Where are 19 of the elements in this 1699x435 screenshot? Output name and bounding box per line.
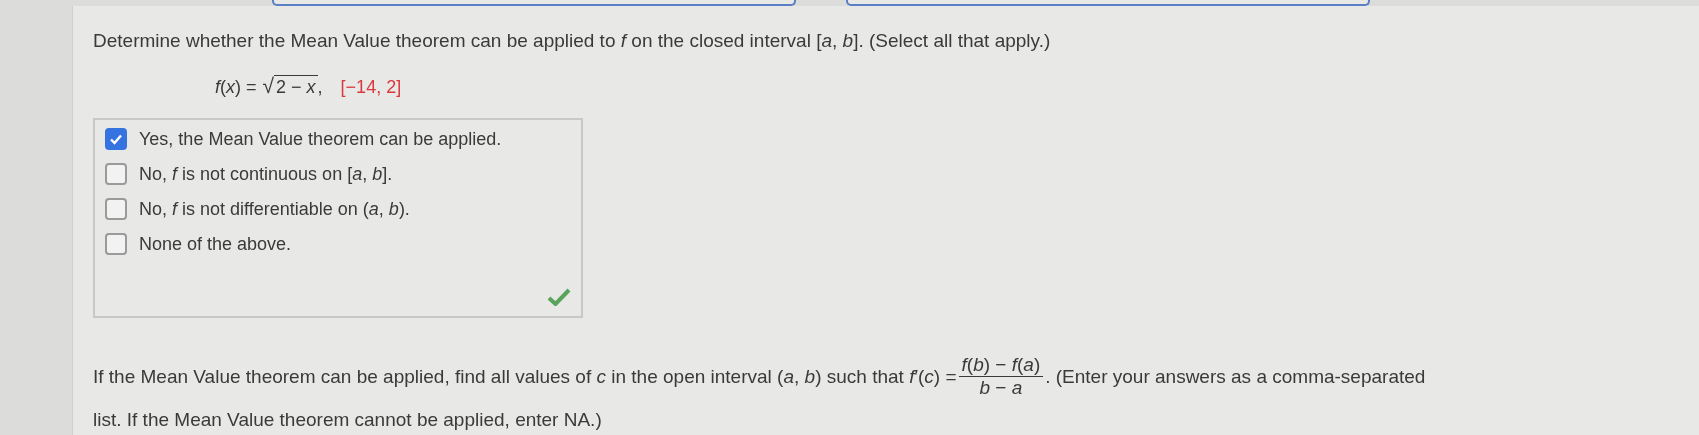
radicand: 2 − x	[274, 75, 318, 98]
checkbox[interactable]	[105, 233, 127, 255]
follow-up-text: If the Mean Value theorem can be applied, find all values of c in the open interval (a, b) such that f′(c) =	[93, 365, 957, 388]
fraction-denominator: b − a	[978, 377, 1024, 399]
choice-label[interactable]: No, f is not continuous on [a, b].	[139, 163, 393, 185]
radical-sign: √	[262, 74, 275, 98]
follow-up-instructions: . (Enter your answers as a comma-separated	[1045, 365, 1426, 388]
follow-up-instructions: list. If the Mean Value theorem cannot be applied, enter NA.)	[93, 409, 602, 431]
checkbox[interactable]	[105, 163, 127, 185]
choice-label[interactable]: None of the above.	[139, 233, 292, 255]
interval: [−14, 2]	[340, 77, 402, 98]
checkbox[interactable]	[105, 198, 127, 220]
choice-label[interactable]: Yes, the Mean Value theorem can be applied.	[139, 128, 502, 150]
fraction-numerator: f(b) − f(a)	[958, 354, 1044, 377]
choice-label[interactable]: No, f is not differentiable on (a, b).	[139, 198, 410, 220]
comma: ,	[317, 77, 323, 98]
function-name: f(x) =	[215, 77, 257, 98]
question-text: Determine whether the Mean Value theorem can be applied to f on the closed interval [a, b]. (Select all that apply.)	[93, 30, 1052, 52]
checkbox[interactable]	[105, 128, 127, 150]
